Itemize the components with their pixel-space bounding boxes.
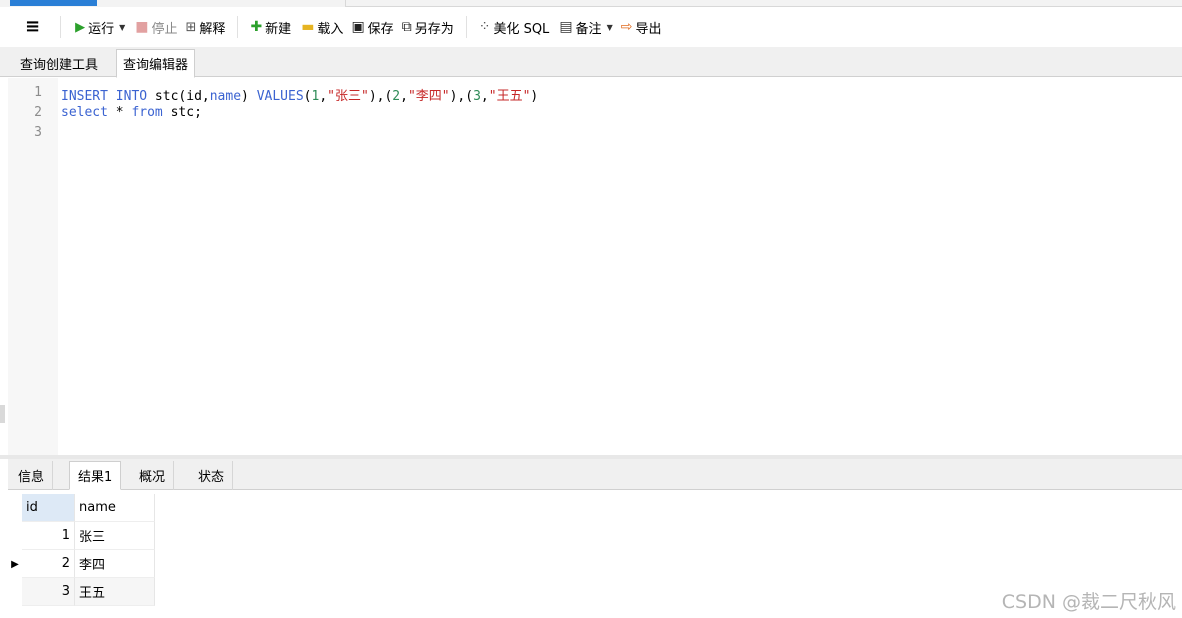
toolbar-separator [60,16,62,38]
note-dropdown-icon[interactable]: ▼ [607,23,613,32]
toolbar-separator [237,16,239,38]
cell-name[interactable]: 李四 [75,550,155,578]
line-number: 2 [34,105,42,120]
tab-info[interactable]: 信息 [10,461,54,490]
number-token: 3 [473,89,481,104]
tab-query-editor[interactable]: 查询编辑器 [116,49,196,78]
new-button[interactable]: ✚ 新建 [247,14,294,40]
note-button[interactable]: ▤ 备注 ▼ [556,14,615,40]
keyword-token: INSERT [61,89,108,104]
code-token: stc(id, [147,89,210,104]
code-line-1[interactable]: INSERT INTO stc(id,name) VALUES(1,"张三"),… [61,85,538,104]
stop-button[interactable]: ■ 停止 [132,14,180,40]
code-token: ( [303,89,312,104]
explain-button[interactable]: ⊞ 解释 [183,14,229,40]
cell-name[interactable]: 张三 [75,522,155,550]
save-as-label: 另存为 [414,21,454,37]
tab-result-1-label: 结果1 [78,470,113,485]
window-top-strip [0,0,1182,7]
stop-icon: ■ [135,19,149,35]
toolbar-separator [465,16,467,38]
save-label: 保存 [367,21,394,37]
cell-id[interactable]: 1 [22,522,75,550]
current-row-indicator-icon: ▶ [11,558,19,570]
code-line-2[interactable]: select * from stc; [61,105,202,120]
keyword-token: VALUES [256,89,304,104]
tab-info-label: 信息 [18,470,45,485]
toolbar: ≡ ▶ 运行 ▼ ■ 停止 ⊞ 解释 ✚ 新建 ▬ 载入 ▣ 保存 ⧉ 另存为 … [0,7,1182,47]
code-token: , [400,89,408,104]
export-button[interactable]: ⇨ 导出 [618,14,665,40]
cell-id[interactable]: 3 [22,578,75,606]
save-disk-icon: ▣ [351,19,365,35]
magic-wand-icon: ⁘ [478,19,491,35]
tab-status-label: 状态 [198,470,225,485]
explain-label: 解释 [199,21,226,37]
save-as-icon: ⧉ [401,19,412,35]
folder-icon: ▬ [301,19,315,35]
save-as-button[interactable]: ⧉ 另存为 [399,14,457,40]
keyword-token: name [209,89,242,104]
code-token: , [319,89,328,104]
cell-id[interactable]: 2 [22,550,75,578]
line-number: 3 [34,125,42,140]
code-token: * [107,105,132,120]
query-tabs: 查询创建工具 查询编辑器 [0,47,1182,78]
new-label: 新建 [265,21,292,37]
export-icon: ⇨ [620,19,633,35]
keyword-token: select [61,105,108,120]
tab-overview[interactable]: 概况 [131,461,175,490]
line-number: 1 [34,85,42,100]
new-query-icon: ✚ [250,19,263,35]
code-token: ),( [449,89,474,104]
watermark: CSDN @裁二尺秋风 [1001,591,1176,613]
export-label: 导出 [635,21,662,37]
play-icon: ▶ [75,19,86,35]
load-label: 载入 [317,21,344,37]
note-document-icon: ▤ [559,19,573,35]
run-dropdown-icon[interactable]: ▼ [119,23,125,32]
tab-overview-label: 概况 [139,470,166,485]
code-token: stc; [162,105,202,120]
sql-editor[interactable]: 1 2 3 INSERT INTO stc(id,name) VALUES(1,… [8,78,1182,455]
keyword-token: INTO [115,89,148,104]
load-button[interactable]: ▬ 载入 [298,14,346,40]
beautify-label: 美化 SQL [493,21,550,37]
tab-query-builder[interactable]: 查询创建工具 [14,49,104,77]
save-button[interactable]: ▣ 保存 [348,14,396,40]
string-token: "李四" [407,89,450,104]
note-label: 备注 [575,21,602,37]
number-token: 2 [392,89,401,104]
tab-query-builder-label: 查询创建工具 [20,57,99,73]
explain-tree-icon: ⊞ [185,19,197,35]
hamburger-menu-icon: ≡ [25,16,41,37]
result-tabs: 信息 结果1 概况 状态 [8,459,1182,490]
column-header-name[interactable]: name [75,494,155,522]
column-header-id[interactable]: id [22,494,75,522]
stop-label: 停止 [151,21,178,37]
beautify-sql-button[interactable]: ⁘ 美化 SQL [476,14,553,40]
tab-query-editor-label: 查询编辑器 [123,58,189,73]
run-button[interactable]: ▶ 运行 ▼ [72,14,128,40]
keyword-token: from [131,105,163,120]
tab-result-1[interactable]: 结果1 [69,461,122,490]
code-token: ),( [368,89,393,104]
run-label: 运行 [88,21,115,37]
string-token: "王五" [488,89,531,104]
tab-status[interactable]: 状态 [190,461,234,490]
code-token: ) [530,89,539,104]
cell-name[interactable]: 王五 [75,578,155,606]
active-window-tab-indicator[interactable] [10,0,97,6]
menu-button[interactable]: ≡ [22,14,46,40]
line-number-gutter: 1 2 3 [8,78,58,455]
string-token: "张三" [327,89,369,104]
code-token: ) [241,89,257,104]
panel-edge-marker [0,405,5,423]
code-token: , [480,89,489,104]
